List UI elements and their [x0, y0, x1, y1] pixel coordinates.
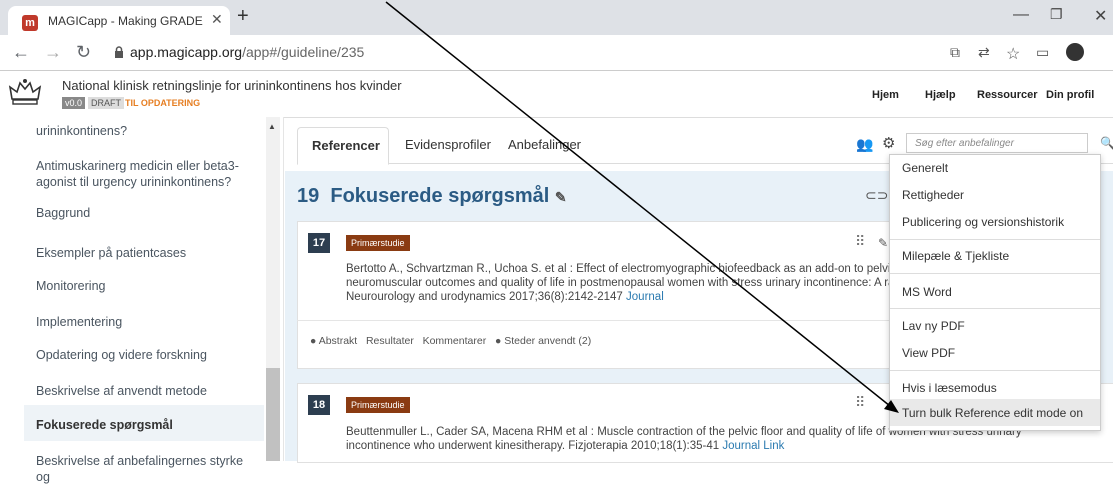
- annotation-arrow: [385, 1, 899, 413]
